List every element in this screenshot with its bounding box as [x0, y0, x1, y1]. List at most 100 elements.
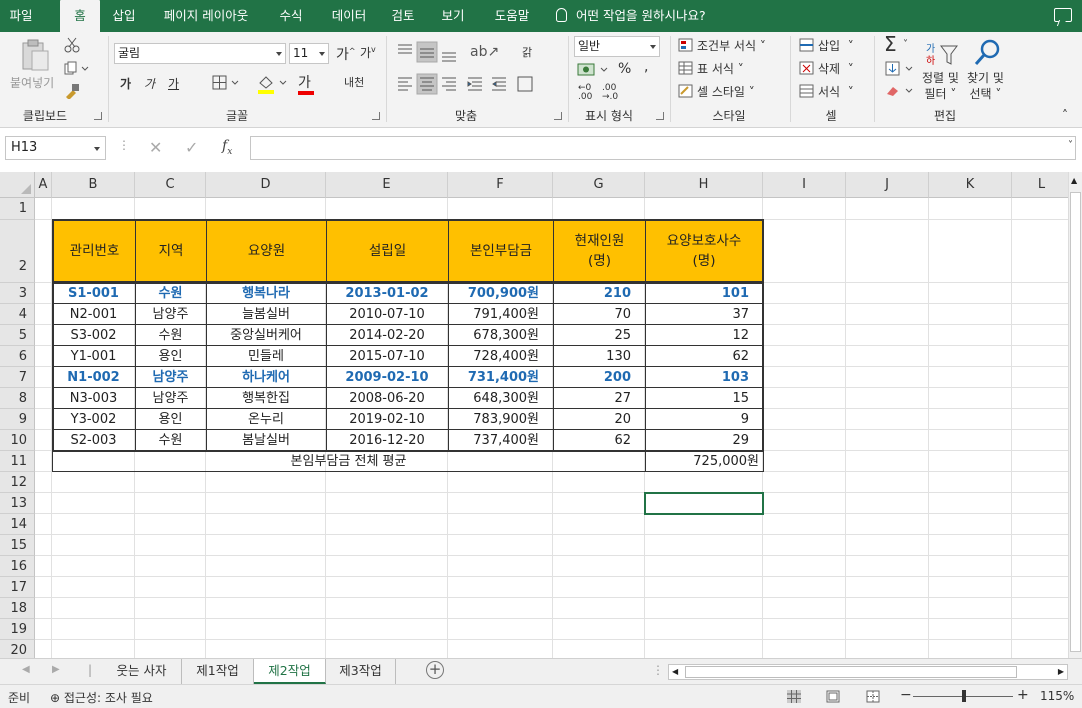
find-select-button[interactable]: 찾기 및 선택 ˅: [967, 70, 1004, 102]
table-cell-name[interactable]: 늘봄실버: [206, 304, 326, 325]
vertical-align-icons[interactable]: [396, 41, 460, 63]
table-cell-id[interactable]: Y1-001: [52, 346, 135, 367]
split-grip-icon[interactable]: ⋮: [652, 663, 664, 677]
accounting-format-icon[interactable]: [577, 62, 611, 78]
page-layout-view-icon[interactable]: [826, 690, 840, 703]
horizontal-scroll-thumb[interactable]: [685, 666, 1017, 678]
fill-color-icon[interactable]: [256, 74, 288, 94]
table-cell-date[interactable]: 2014-02-20: [326, 325, 448, 346]
clear-icon[interactable]: [885, 83, 915, 99]
grow-font-button[interactable]: 가^: [336, 44, 356, 64]
table-cell-fee[interactable]: 728,400원: [448, 346, 553, 367]
table-cell-id[interactable]: S1-001: [52, 283, 135, 304]
font-launcher-icon[interactable]: [372, 112, 380, 120]
comments-icon[interactable]: [1054, 8, 1072, 22]
format-as-table-icon[interactable]: [678, 61, 694, 75]
sheet-tab-2[interactable]: 제2작업: [254, 659, 326, 684]
font-size-select[interactable]: 11: [289, 43, 329, 64]
page-break-view-icon[interactable]: [866, 690, 880, 703]
table-header-cell[interactable]: 요양원: [206, 219, 327, 283]
table-cell-region[interactable]: 남양주: [135, 304, 206, 325]
borders-icon[interactable]: [212, 75, 240, 91]
summary-value[interactable]: 725,000원: [645, 451, 763, 472]
table-cell-region[interactable]: 남양주: [135, 388, 206, 409]
next-sheet-icon[interactable]: ▶: [52, 664, 60, 675]
table-cell-people[interactable]: 25: [553, 325, 645, 346]
row-header-3[interactable]: 3: [0, 283, 35, 304]
table-cell-id[interactable]: Y3-002: [52, 409, 135, 430]
table-cell-staff[interactable]: 12: [645, 325, 763, 346]
prev-sheet-icon[interactable]: ◀: [22, 664, 30, 675]
paste-icon[interactable]: [20, 38, 50, 72]
table-cell-region[interactable]: 수원: [135, 325, 206, 346]
table-cell-staff[interactable]: 29: [645, 430, 763, 451]
table-cell-fee[interactable]: 783,900원: [448, 409, 553, 430]
column-header-J[interactable]: J: [846, 172, 929, 198]
format-painter-icon[interactable]: [64, 83, 80, 99]
menu-tab-8[interactable]: 도움말: [484, 0, 540, 32]
normal-view-icon[interactable]: [787, 690, 801, 703]
insert-cells-button[interactable]: 삽입 ˅: [818, 37, 854, 54]
row-header-11[interactable]: 11: [0, 451, 35, 472]
shrink-font-button[interactable]: 가v: [360, 44, 376, 61]
zoom-out-button[interactable]: −: [900, 687, 912, 703]
table-cell-id[interactable]: N3-003: [52, 388, 135, 409]
cut-icon[interactable]: [64, 37, 80, 53]
table-cell-date[interactable]: 2009-02-10: [326, 367, 448, 388]
cell-styles-button[interactable]: 셀 스타일 ˅: [697, 83, 755, 100]
row-header-6[interactable]: 6: [0, 346, 35, 367]
table-cell-date[interactable]: 2015-07-10: [326, 346, 448, 367]
table-cell-region[interactable]: 수원: [135, 430, 206, 451]
menu-tab-4[interactable]: 수식: [270, 0, 312, 32]
zoom-in-button[interactable]: +: [1017, 687, 1029, 703]
table-cell-region[interactable]: 용인: [135, 409, 206, 430]
table-cell-people[interactable]: 62: [553, 430, 645, 451]
column-header-K[interactable]: K: [929, 172, 1012, 198]
column-header-H[interactable]: H: [645, 172, 763, 198]
row-header-13[interactable]: 13: [0, 493, 35, 514]
menu-tab-1[interactable]: 홈: [60, 0, 100, 32]
table-cell-name[interactable]: 행복한집: [206, 388, 326, 409]
table-cell-region[interactable]: 수원: [135, 283, 206, 304]
column-header-G[interactable]: G: [553, 172, 645, 198]
autosum-button[interactable]: Σ ˅: [884, 32, 908, 56]
expand-formula-bar-icon[interactable]: ˅: [1068, 140, 1073, 151]
row-header-7[interactable]: 7: [0, 367, 35, 388]
table-cell-name[interactable]: 중앙실버케어: [206, 325, 326, 346]
scroll-right-icon[interactable]: ▶: [1058, 667, 1064, 676]
font-name-select[interactable]: 굴림: [114, 43, 286, 64]
sheet-tab-3[interactable]: 제3작업: [326, 659, 396, 684]
tell-me-search[interactable]: 어떤 작업을 원하시나요?: [556, 0, 706, 32]
table-cell-people[interactable]: 20: [553, 409, 645, 430]
table-cell-id[interactable]: S3-002: [52, 325, 135, 346]
table-cell-id[interactable]: N2-001: [52, 304, 135, 325]
row-header-1[interactable]: 1: [0, 198, 35, 220]
enter-icon[interactable]: ✓: [185, 138, 198, 157]
table-cell-staff[interactable]: 101: [645, 283, 763, 304]
column-header-E[interactable]: E: [326, 172, 448, 198]
column-header-A[interactable]: A: [35, 172, 52, 198]
number-format-select[interactable]: 일반: [574, 36, 660, 57]
table-cell-people[interactable]: 27: [553, 388, 645, 409]
comma-button[interactable]: ,: [644, 59, 648, 75]
row-header-10[interactable]: 10: [0, 430, 35, 451]
column-header-C[interactable]: C: [135, 172, 206, 198]
row-header-20[interactable]: 20: [0, 640, 35, 658]
row-header-8[interactable]: 8: [0, 388, 35, 409]
underline-button[interactable]: 가: [168, 75, 179, 92]
table-cell-people[interactable]: 130: [553, 346, 645, 367]
phonetic-button[interactable]: 내천: [344, 74, 364, 90]
table-cell-name[interactable]: 민들레: [206, 346, 326, 367]
column-header-F[interactable]: F: [448, 172, 553, 198]
table-cell-date[interactable]: 2019-02-10: [326, 409, 448, 430]
column-header-I[interactable]: I: [763, 172, 846, 198]
zoom-level[interactable]: 115%: [1040, 689, 1074, 703]
table-cell-staff[interactable]: 9: [645, 409, 763, 430]
table-cell-fee[interactable]: 700,900원: [448, 283, 553, 304]
scroll-up-icon[interactable]: ▲: [1071, 176, 1077, 185]
horizontal-align-icons[interactable]: [396, 73, 536, 95]
row-header-2[interactable]: 2: [0, 220, 35, 283]
row-header-9[interactable]: 9: [0, 409, 35, 430]
table-cell-name[interactable]: 봄날실버: [206, 430, 326, 451]
table-cell-fee[interactable]: 731,400원: [448, 367, 553, 388]
